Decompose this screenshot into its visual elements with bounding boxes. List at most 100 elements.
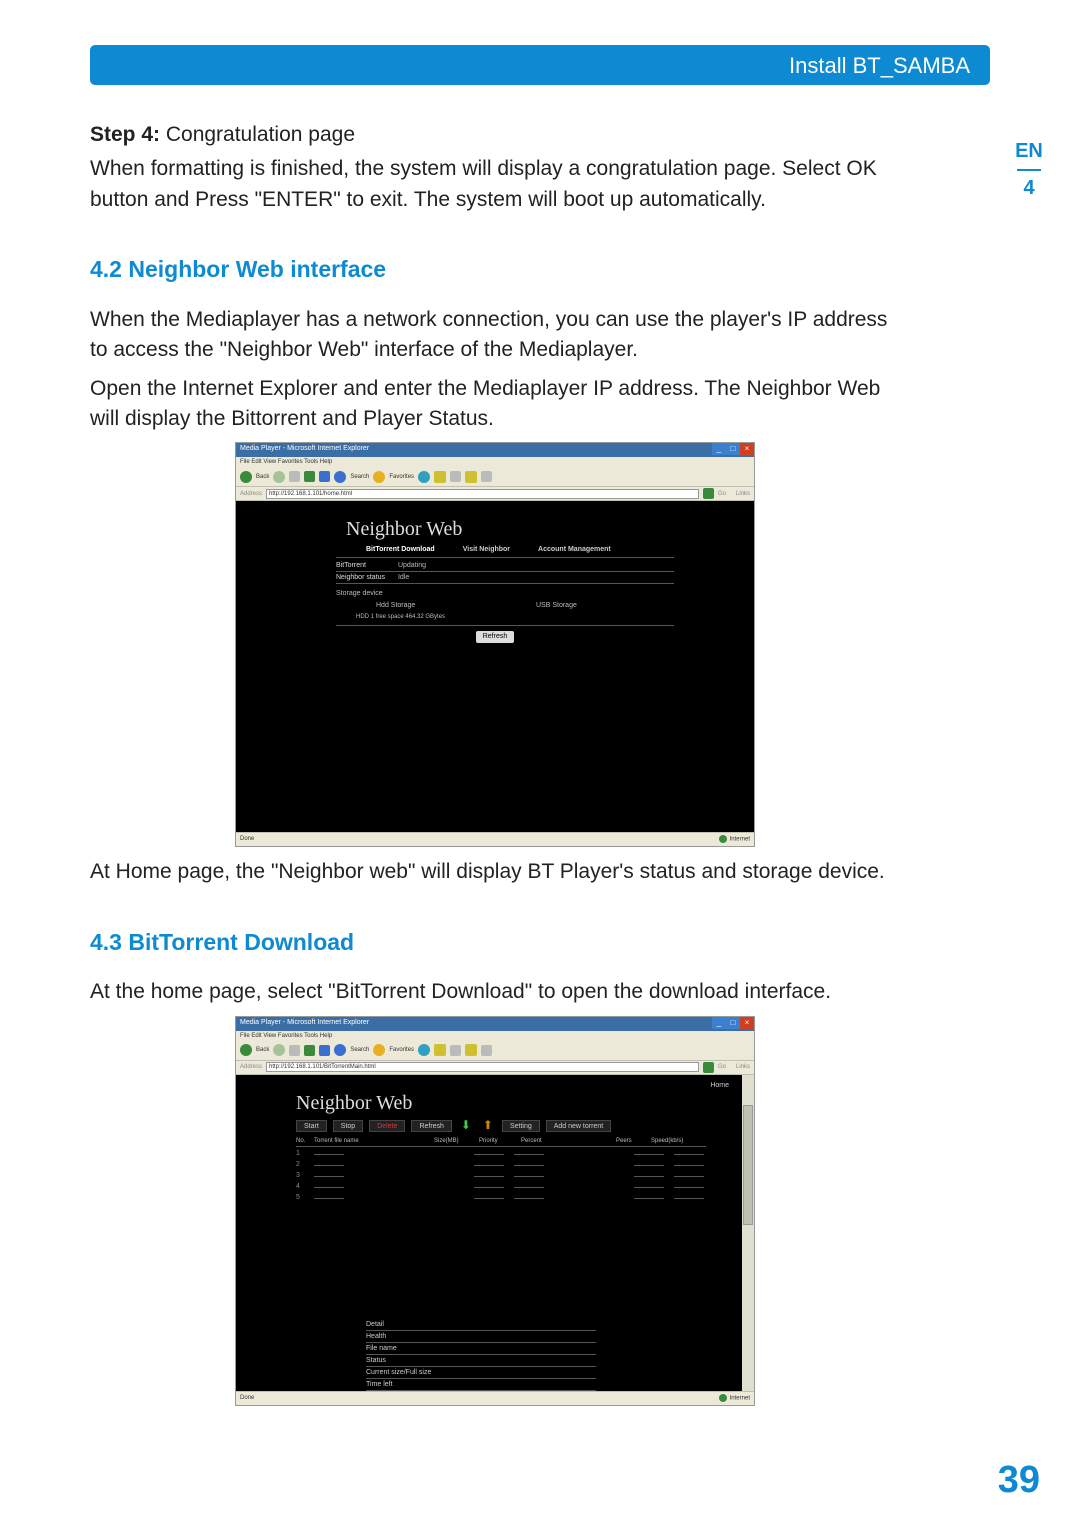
move-up-icon[interactable]: ⬆ [480, 1119, 496, 1133]
detail-row: File name [366, 1343, 596, 1355]
stop-button[interactable]: Stop [333, 1120, 363, 1132]
status-zone: Internet [719, 835, 750, 844]
forward-icon[interactable] [273, 471, 285, 483]
ns-value: Idle [398, 574, 409, 581]
stop-icon[interactable] [289, 471, 300, 482]
row-hdd: Hdd Storage [376, 601, 415, 611]
ie-window-controls-2: _ □ × [712, 1017, 754, 1029]
favorites-label[interactable]: Favorites [389, 473, 414, 482]
search-label-2[interactable]: Search [350, 1046, 369, 1055]
tab-bt-download[interactable]: BitTorrent Download [366, 545, 435, 555]
search-label[interactable]: Search [350, 473, 369, 482]
table-row[interactable]: 2 [296, 1160, 729, 1171]
ns-label: Neighbor status [336, 573, 396, 583]
row-storage: Storage device [336, 589, 383, 599]
usb-label: USB Storage [536, 602, 577, 609]
step4-label: Step 4: [90, 123, 160, 146]
mail-icon[interactable] [450, 471, 461, 482]
back-icon-2[interactable] [240, 1044, 252, 1056]
print-icon[interactable] [465, 471, 477, 483]
stop-icon-2[interactable] [289, 1045, 300, 1056]
th-priority: Priority [479, 1137, 521, 1148]
detail-row: Status [366, 1355, 596, 1367]
go-button[interactable] [703, 488, 714, 499]
back-icon[interactable] [240, 471, 252, 483]
favorites-icon-2[interactable] [373, 1044, 385, 1056]
section-4-3-heading: 4.3 BitTorrent Download [90, 926, 900, 959]
ie-titlebar-2: Media Player - Microsoft Internet Explor… [236, 1017, 754, 1031]
setting-button[interactable]: Setting [502, 1120, 540, 1132]
side-tab-divider [1017, 169, 1041, 171]
status-done-2: Done [240, 1394, 254, 1403]
tab-account-mgmt[interactable]: Account Management [538, 545, 611, 555]
home-icon[interactable] [319, 471, 330, 482]
row-hdd-detail: HDD 1 free space 464.32 GBytes [356, 613, 445, 622]
neighbor-web-tabs: BitTorrent Download Visit Neighbor Accou… [366, 545, 611, 555]
links-label[interactable]: Links [736, 490, 750, 499]
tab-visit-neighbor[interactable]: Visit Neighbor [463, 545, 510, 555]
minimize-button-2[interactable]: _ [712, 1017, 726, 1029]
search-icon-2[interactable] [334, 1044, 346, 1056]
table-row[interactable]: 3 [296, 1171, 729, 1182]
close-button-2[interactable]: × [740, 1017, 754, 1029]
minimize-button[interactable]: _ [712, 443, 726, 455]
links-label-2[interactable]: Links [736, 1063, 750, 1072]
add-torrent-button[interactable]: Add new torrent [546, 1120, 611, 1132]
ie-addressbar: Address http://192.168.1.101/home.html G… [236, 487, 754, 501]
refresh-icon-2[interactable] [304, 1045, 315, 1056]
section-4-3-p1: At the home page, select "BitTorrent Dow… [90, 977, 900, 1007]
table-row[interactable]: 5 [296, 1193, 729, 1204]
go-label[interactable]: Go [718, 490, 726, 499]
bt-label: BitTorrent [336, 561, 396, 571]
close-button[interactable]: × [740, 443, 754, 455]
folder-icon-2[interactable] [434, 1044, 446, 1056]
storage-label: Storage device [336, 590, 383, 597]
ie-titlebar: Media Player - Microsoft Internet Explor… [236, 443, 754, 457]
list-refresh-button[interactable]: Refresh [411, 1120, 452, 1132]
media-icon[interactable] [418, 471, 430, 483]
start-button[interactable]: Start [296, 1120, 327, 1132]
scrollbar-thumb[interactable] [743, 1105, 753, 1225]
page-content: Step 4: Congratulation page When formatt… [90, 120, 900, 1416]
mail-icon-2[interactable] [450, 1045, 461, 1056]
row-usb: USB Storage [536, 601, 577, 611]
edit-icon[interactable] [481, 471, 492, 482]
move-down-icon[interactable]: ⬇ [458, 1119, 474, 1133]
address-input[interactable]: http://192.168.1.101/home.html [266, 489, 699, 499]
forward-icon-2[interactable] [273, 1044, 285, 1056]
ie-window-title-2: Media Player - Microsoft Internet Explor… [240, 1018, 369, 1028]
home-link[interactable]: Home [710, 1081, 729, 1091]
media-icon-2[interactable] [418, 1044, 430, 1056]
status-done: Done [240, 835, 254, 844]
print-icon-2[interactable] [465, 1044, 477, 1056]
ie-menubar[interactable]: File Edit View Favorites Tools Help [236, 457, 754, 467]
delete-button[interactable]: Delete [369, 1120, 405, 1132]
go-label-2[interactable]: Go [718, 1063, 726, 1072]
folder-icon[interactable] [434, 471, 446, 483]
address-label-2: Address [240, 1063, 262, 1072]
go-button-2[interactable] [703, 1062, 714, 1073]
maximize-button[interactable]: □ [726, 443, 740, 455]
table-row[interactable]: 4 [296, 1182, 729, 1193]
refresh-button[interactable]: Refresh [476, 631, 514, 643]
screenshot-bittorrent-download: Media Player - Microsoft Internet Explor… [235, 1016, 755, 1406]
edit-icon-2[interactable] [481, 1045, 492, 1056]
maximize-button-2[interactable]: □ [726, 1017, 740, 1029]
scrollbar[interactable] [742, 1075, 754, 1391]
neighbor-web-page: Neighbor Web BitTorrent Download Visit N… [236, 501, 754, 832]
home-icon-2[interactable] [319, 1045, 330, 1056]
favorites-label-2[interactable]: Favorites [389, 1046, 414, 1055]
table-row[interactable]: 1 [296, 1149, 729, 1160]
back-label[interactable]: Back [256, 473, 269, 482]
search-icon[interactable] [334, 471, 346, 483]
address-input-2[interactable]: http://192.168.1.101/BitTorrentMain.html [266, 1062, 699, 1072]
th-peers: Peers [616, 1137, 651, 1148]
section-4-2-heading: 4.2 Neighbor Web interface [90, 253, 900, 286]
ie-menubar-2[interactable]: File Edit View Favorites Tools Help [236, 1031, 754, 1041]
th-percent: Percent [521, 1137, 616, 1148]
favorites-icon[interactable] [373, 471, 385, 483]
ie-statusbar-2: Done Internet [236, 1391, 754, 1405]
back-label-2[interactable]: Back [256, 1046, 269, 1055]
refresh-icon[interactable] [304, 471, 315, 482]
hdd-label: Hdd Storage [376, 602, 415, 609]
